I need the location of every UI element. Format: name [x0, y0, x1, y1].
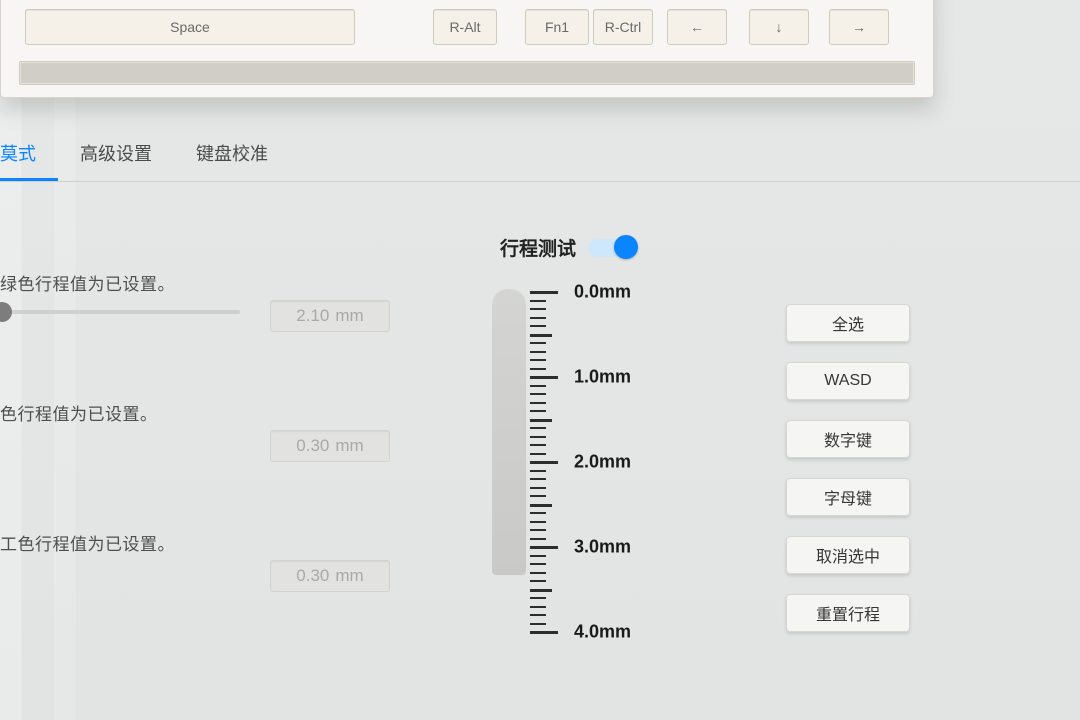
ruler-minor-tick [530, 529, 546, 531]
ruler-minor-tick [530, 444, 546, 446]
tab-advanced[interactable]: 高级设置 [58, 137, 174, 181]
ruler-minor-tick [530, 453, 546, 455]
ruler-minor-tick [530, 308, 546, 310]
ruler-label: 1.0mm [574, 367, 631, 388]
key-r-ctrl[interactable]: R-Ctrl [593, 9, 653, 45]
ruler-major-tick [530, 546, 558, 549]
ruler-minor-tick [530, 393, 546, 395]
tab-mode[interactable]: 莫式 [0, 137, 58, 181]
btn-wasd[interactable]: WASD [786, 362, 910, 400]
ruler-minor-tick [530, 614, 546, 616]
ruler-minor-tick [530, 512, 546, 514]
ruler-minor-tick [530, 563, 546, 565]
setting-green: 绿色行程值为已设置。 2.10 mm [0, 270, 430, 400]
btn-reset-travel[interactable]: 重置行程 [786, 594, 910, 632]
ruler-minor-tick [530, 470, 546, 472]
ruler-minor-tick [530, 325, 546, 327]
travel-test-toggle[interactable] [588, 239, 634, 257]
ruler-minor-tick [530, 427, 546, 429]
setting-green-label: 绿色行程值为已设置。 [0, 270, 430, 295]
travel-test-title: 行程测试 [500, 234, 576, 261]
setting-mid-value[interactable]: 0.30 mm [270, 430, 390, 462]
slider-thumb-icon[interactable] [0, 302, 12, 322]
ruler-minor-tick [530, 317, 546, 319]
setting-green-value[interactable]: 2.10 mm [270, 300, 390, 332]
ruler-major-tick [530, 631, 558, 634]
ruler-minor-tick [530, 495, 546, 497]
ruler-minor-tick [530, 555, 546, 557]
ruler-label: 0.0mm [574, 282, 631, 303]
setting-mid-label: 色行程值为已设置。 [0, 400, 430, 425]
ruler-minor-tick [530, 580, 546, 582]
ruler-minor-tick [530, 504, 552, 507]
btn-letter-keys[interactable]: 字母键 [786, 478, 910, 516]
toggle-knob-icon [614, 235, 638, 259]
key-left[interactable]: ← [667, 9, 727, 45]
ruler-minor-tick [530, 351, 546, 353]
ruler-minor-tick [530, 419, 552, 422]
ruler-indicator [492, 289, 526, 575]
key-space[interactable]: Space [25, 9, 355, 45]
ruler-minor-tick [530, 521, 546, 523]
travel-ruler: 0.0mm 1.0mm 2.0mm 3.0mm 4.0mm [500, 283, 720, 643]
key-r-alt[interactable]: R-Alt [433, 9, 497, 45]
ruler-label: 2.0mm [574, 452, 631, 473]
ruler-minor-tick [530, 334, 552, 337]
ruler-minor-tick [530, 623, 546, 625]
ruler-minor-tick [530, 597, 546, 599]
ruler-minor-tick [530, 436, 546, 438]
ruler-major-tick [530, 291, 558, 294]
selection-actions: 全选 WASD 数字键 字母键 取消选中 重置行程 [786, 304, 910, 632]
btn-deselect[interactable]: 取消选中 [786, 536, 910, 574]
setting-mid: 色行程值为已设置。 0.30 mm [0, 400, 430, 530]
ruler-major-tick [530, 376, 558, 379]
ruler-minor-tick [530, 538, 546, 540]
ruler-minor-tick [530, 572, 546, 574]
ruler-major-tick [530, 461, 558, 464]
ruler-label: 3.0mm [574, 537, 631, 558]
ruler-minor-tick [530, 410, 546, 412]
tab-calibrate[interactable]: 键盘校准 [174, 137, 290, 181]
keyboard-preview: Space R-Alt Fn1 R-Ctrl ← ↓ → [0, 0, 934, 98]
ruler-minor-tick [530, 385, 546, 387]
ruler-minor-tick [530, 606, 546, 608]
ruler-minor-tick [530, 402, 546, 404]
btn-select-all[interactable]: 全选 [786, 304, 910, 342]
keyboard-frame-bottom [19, 61, 915, 85]
btn-number-keys[interactable]: 数字键 [786, 420, 910, 458]
setting-red-value[interactable]: 0.30 mm [270, 560, 390, 592]
travel-test-panel: 行程测试 0.0mm 1.0mm 2.0mm 3.0mm 4.0mm [500, 234, 720, 643]
key-down[interactable]: ↓ [749, 9, 809, 45]
ruler-minor-tick [530, 368, 546, 370]
tab-bar: 莫式 高级设置 键盘校准 [0, 138, 1080, 182]
ruler-minor-tick [530, 478, 546, 480]
ruler-minor-tick [530, 589, 552, 592]
setting-red-label: 工色行程值为已设置。 [0, 530, 430, 555]
key-right[interactable]: → [829, 9, 889, 45]
key-fn1[interactable]: Fn1 [525, 9, 589, 45]
setting-green-slider[interactable] [0, 310, 240, 314]
ruler-minor-tick [530, 342, 546, 344]
ruler-minor-tick [530, 359, 546, 361]
ruler-minor-tick [530, 300, 546, 302]
ruler-label: 4.0mm [574, 622, 631, 643]
ruler-minor-tick [530, 487, 546, 489]
setting-red: 工色行程值为已设置。 0.30 mm [0, 530, 430, 660]
travel-settings: 绿色行程值为已设置。 2.10 mm 色行程值为已设置。 0.30 mm 工色行… [0, 270, 430, 660]
